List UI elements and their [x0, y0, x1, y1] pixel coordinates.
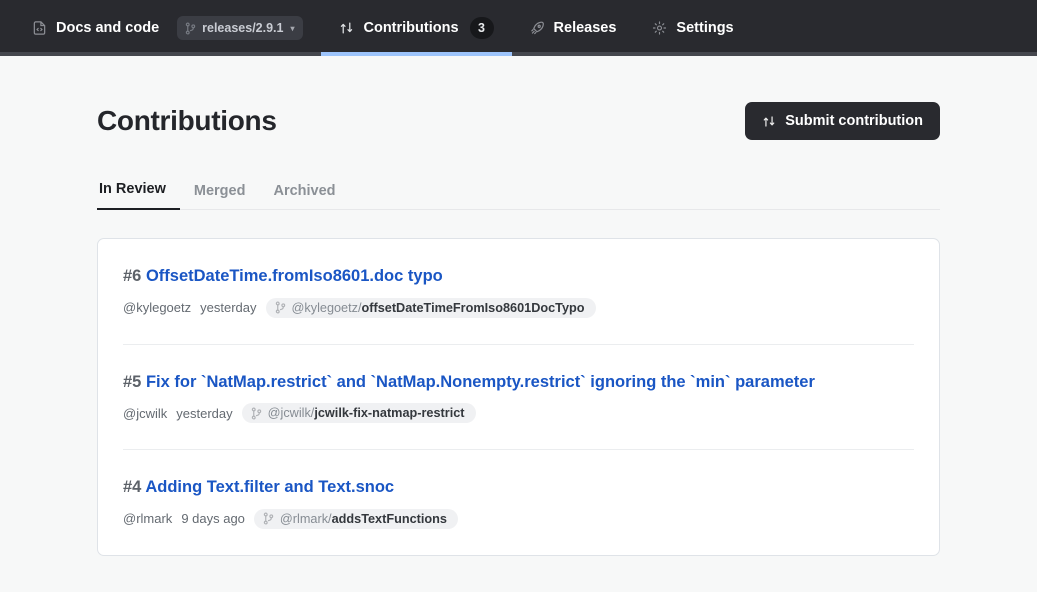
contribution-time: yesterday — [176, 405, 233, 421]
contribution-branch-badge[interactable]: @rlmark/addsTextFunctions — [253, 508, 458, 529]
top-navigation-bar: Docs and code releases/2.9.1 ▾ Contribut… — [0, 0, 1037, 56]
page-title: Contributions — [97, 105, 277, 136]
contribution-status-tabs: In Review Merged Archived — [97, 180, 940, 210]
contribution-number: #6 — [123, 267, 142, 285]
contribution-time: yesterday — [200, 300, 257, 316]
git-branch-icon — [263, 512, 274, 525]
tab-archived[interactable]: Archived — [259, 183, 349, 210]
contribution-branch-badge[interactable]: @jcwilk/jcwilk-fix-natmap-restrict — [241, 403, 476, 424]
git-branch-icon — [185, 21, 196, 35]
gear-icon — [652, 20, 667, 36]
pull-request-icon — [339, 20, 354, 36]
contribution-number: #5 — [123, 372, 142, 391]
branch-name: jcwilk-fix-natmap-restrict — [314, 406, 465, 421]
nav-item-docs-and-code[interactable]: Docs and code releases/2.9.1 ▾ — [14, 0, 321, 56]
contribution-author: @jcwilk — [123, 405, 168, 421]
tab-in-review[interactable]: In Review — [97, 181, 180, 210]
submit-contribution-label: Submit contribution — [785, 113, 923, 129]
nav-item-releases[interactable]: Releases — [512, 0, 635, 56]
contribution-number: #4 — [123, 478, 142, 497]
contribution-title-line: #4 Adding Text.filter and Text.snoc — [123, 477, 914, 498]
chevron-down-icon: ▾ — [290, 23, 295, 33]
contribution-title-link[interactable]: OffsetDateTime.fromIso8601.doc typo — [146, 267, 443, 285]
contribution-branch-badge[interactable]: @kylegoetz/offsetDateTimeFromIso8601DocT… — [265, 297, 596, 318]
nav-item-settings[interactable]: Settings — [634, 0, 751, 56]
contribution-row[interactable]: #6 OffsetDateTime.fromIso8601.doc typo @… — [123, 239, 914, 345]
git-branch-icon — [275, 301, 286, 314]
branch-owner: @kylegoetz/ — [291, 300, 362, 315]
branch-selector[interactable]: releases/2.9.1 ▾ — [177, 16, 304, 40]
contribution-time: 9 days ago — [181, 511, 245, 527]
nav-item-label-settings: Settings — [676, 20, 734, 36]
pull-request-icon — [762, 114, 776, 129]
nav-item-label-contributions: Contributions — [363, 20, 459, 36]
page-body: Contributions Submit contribution In Rev… — [0, 56, 1037, 556]
nav-item-contributions[interactable]: Contributions 3 — [321, 0, 512, 56]
branch-name: addsTextFunctions — [331, 511, 447, 526]
contribution-title-line: #5 Fix for `NatMap.restrict` and `NatMap… — [123, 372, 914, 393]
contribution-title-link[interactable]: Fix for `NatMap.restrict` and `NatMap.No… — [146, 373, 815, 391]
branch-selector-label: releases/2.9.1 — [202, 21, 284, 35]
rocket-icon — [530, 20, 545, 36]
contribution-author: @rlmark — [123, 511, 173, 527]
git-branch-icon — [251, 407, 262, 420]
contributions-list-card: #6 OffsetDateTime.fromIso8601.doc typo @… — [97, 238, 940, 556]
nav-item-label-docs-and-code: Docs and code — [56, 20, 160, 36]
contribution-author: @kylegoetz — [123, 300, 192, 316]
file-code-icon — [32, 20, 47, 36]
contribution-meta: @rlmark 9 days ago @rlmark/addsTextFunct… — [123, 508, 914, 529]
branch-owner: @rlmark/ — [279, 511, 332, 526]
tab-merged[interactable]: Merged — [180, 183, 260, 210]
branch-owner: @jcwilk/ — [267, 406, 315, 421]
page-header-row: Contributions Submit contribution — [97, 102, 940, 140]
contribution-meta: @kylegoetz yesterday @kylegoetz/offsetDa… — [123, 297, 914, 318]
contribution-row[interactable]: #5 Fix for `NatMap.restrict` and `NatMap… — [123, 345, 914, 451]
contribution-title-link[interactable]: Adding Text.filter and Text.snoc — [145, 478, 394, 496]
branch-name: offsetDateTimeFromIso8601DocTypo — [361, 300, 585, 315]
content-wrapper: Contributions Submit contribution In Rev… — [97, 56, 940, 556]
active-tab-underline — [321, 52, 512, 56]
contribution-meta: @jcwilk yesterday @jcwilk/jcwilk-fix-nat… — [123, 403, 914, 424]
contribution-row[interactable]: #4 Adding Text.filter and Text.snoc @rlm… — [123, 450, 914, 555]
nav-item-label-releases: Releases — [553, 20, 617, 36]
submit-contribution-button[interactable]: Submit contribution — [745, 102, 940, 140]
contribution-title-line: #6 OffsetDateTime.fromIso8601.doc typo — [123, 266, 914, 287]
contributions-count-badge: 3 — [469, 17, 494, 39]
